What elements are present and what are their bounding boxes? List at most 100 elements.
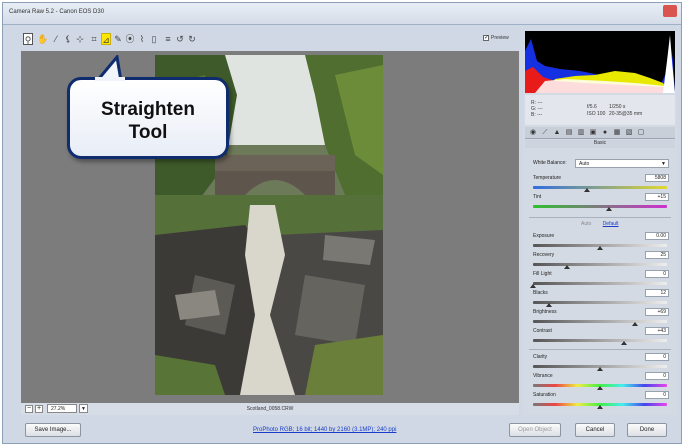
camera-info: R: --- G: --- B: --- f/5.6 1/250 s ISO 10… <box>525 95 675 125</box>
tab-presets-icon[interactable]: ▧ <box>625 129 633 137</box>
adjustment-brush-icon[interactable]: ⌇ <box>137 33 147 45</box>
tint-slider-handle[interactable] <box>606 207 613 211</box>
preferences-icon[interactable]: ≡ <box>163 33 173 45</box>
blacks-slider-track[interactable] <box>533 301 667 304</box>
lens-focal-length: 20-35@35 mm <box>609 111 643 117</box>
targeted-adjustment-tool-icon[interactable]: ⊹ <box>75 33 85 45</box>
tab-hsl-icon[interactable]: ▤ <box>565 129 573 137</box>
vibrance-slider-row: Vibrance 0 <box>531 372 669 391</box>
cancel-button[interactable]: Cancel <box>575 423 615 437</box>
saturation-slider-handle[interactable] <box>597 405 603 409</box>
recovery-label: Recovery <box>533 252 555 258</box>
preview-status-bar: − + 27.2% ▼ Scotland_0058.CRW <box>21 403 519 415</box>
brightness-slider-handle[interactable] <box>631 322 638 326</box>
done-button[interactable]: Done <box>627 423 667 437</box>
contrast-slider-track[interactable] <box>533 339 667 342</box>
vibrance-slider-handle[interactable] <box>597 386 603 390</box>
right-panel: R: --- G: --- B: --- f/5.6 1/250 s ISO 10… <box>523 31 677 415</box>
white-balance-row: White Balance: Auto ▼ <box>531 159 669 169</box>
vibrance-label: Vibrance <box>533 373 553 379</box>
tab-lens-icon[interactable]: ▣ <box>589 129 597 137</box>
blacks-label: Blacks <box>533 290 548 296</box>
rotate-right-icon[interactable]: ↻ <box>187 33 197 45</box>
callout-text: Straighten Tool <box>70 98 226 144</box>
vibrance-value-field[interactable]: 0 <box>645 372 669 380</box>
saturation-slider-row: Saturation 0 <box>531 391 669 410</box>
rotate-left-icon[interactable]: ↺ <box>175 33 185 45</box>
zoom-tool-icon[interactable]: ⚲ <box>23 33 33 45</box>
temperature-slider-handle[interactable] <box>583 188 590 192</box>
tab-camera-calibration-icon[interactable]: ▦ <box>613 129 621 137</box>
hand-tool-icon[interactable]: ✋ <box>37 33 48 45</box>
clarity-slider-handle[interactable] <box>597 367 603 371</box>
tint-label: Tint <box>533 194 542 200</box>
spot-removal-tool-icon[interactable]: ✎ <box>113 33 123 45</box>
rgb-readout: R: --- G: --- B: --- <box>531 100 543 118</box>
graduated-filter-icon[interactable]: ▯ <box>149 33 159 45</box>
exposure-slider-handle[interactable] <box>597 246 603 250</box>
contrast-value-field[interactable]: +43 <box>645 327 669 335</box>
clarity-slider-row: Clarity 0 <box>531 353 669 372</box>
preview-checkbox[interactable]: ✓ <box>483 35 489 41</box>
exposure-label: Exposure <box>533 233 555 239</box>
contrast-label: Contrast <box>533 328 552 334</box>
chevron-down-icon: ▼ <box>661 161 666 167</box>
straighten-tool-callout: Straighten Tool <box>67 77 229 159</box>
blue-readout: B: --- <box>531 112 543 118</box>
camera-raw-window: Camera Raw 5.2 - Canon EOS D30 ✓ Preview… <box>2 2 682 444</box>
tab-snapshots-icon[interactable]: ▢ <box>637 129 645 137</box>
tint-slider-track[interactable] <box>533 205 667 208</box>
window-close-button[interactable] <box>663 5 677 17</box>
white-balance-value: Auto <box>579 161 590 167</box>
workflow-options-link[interactable]: ProPhoto RGB; 16 bit; 1440 by 2160 (3.1M… <box>253 427 396 433</box>
divider <box>529 349 671 350</box>
window-title: Camera Raw 5.2 - Canon EOS D30 <box>9 9 105 15</box>
open-object-button[interactable]: Open Object <box>509 423 561 437</box>
blacks-value-field[interactable]: 12 <box>645 289 669 297</box>
tab-effects-icon[interactable]: ● <box>601 129 609 137</box>
tab-basic-icon[interactable]: ◉ <box>529 129 537 137</box>
fill-light-label: Fill Light <box>533 271 552 277</box>
preview-toggle[interactable]: ✓ Preview <box>483 35 509 41</box>
contrast-slider-handle[interactable] <box>621 341 628 345</box>
color-sampler-tool-icon[interactable]: ⚸ <box>63 33 73 45</box>
fill-light-slider-track[interactable] <box>533 282 667 285</box>
white-balance-label: White Balance: <box>533 160 567 166</box>
brightness-value-field[interactable]: +69 <box>645 308 669 316</box>
fill-light-slider-handle[interactable] <box>530 284 536 288</box>
fill-light-value-field[interactable]: 0 <box>645 270 669 278</box>
temperature-value-field[interactable]: 5808 <box>645 174 669 182</box>
callout-line-1: Straighten <box>101 99 195 120</box>
tab-tone-curve-icon[interactable]: ⟋ <box>541 129 549 137</box>
callout-line-2: Tool <box>128 122 168 143</box>
clarity-label: Clarity <box>533 354 548 360</box>
saturation-value-field[interactable]: 0 <box>645 391 669 399</box>
exposure-value-field[interactable]: 0.00 <box>645 232 669 240</box>
auto-link[interactable]: Auto <box>581 221 591 227</box>
temperature-slider-track[interactable] <box>533 186 667 189</box>
tab-split-toning-icon[interactable]: ▥ <box>577 129 585 137</box>
blacks-slider-handle[interactable] <box>546 303 553 307</box>
recovery-slider-handle[interactable] <box>563 265 570 269</box>
save-image-button[interactable]: Save Image... <box>25 423 81 437</box>
brightness-slider-track[interactable] <box>533 320 667 323</box>
white-balance-tool-icon[interactable]: ⁄ <box>51 33 61 45</box>
iso: ISO 100 <box>587 111 606 117</box>
tint-slider-row: Tint +15 <box>531 193 669 212</box>
tint-value-field[interactable]: +15 <box>645 193 669 201</box>
clarity-value-field[interactable]: 0 <box>645 353 669 361</box>
straighten-tool-icon[interactable]: ⊿ <box>101 33 111 45</box>
default-link[interactable]: Default <box>603 221 619 227</box>
fill-light-slider-row: Fill Light 0 <box>530 270 669 289</box>
blacks-slider-row: Blacks 12 <box>531 289 669 308</box>
brightness-label: Brightness <box>533 309 557 315</box>
temperature-slider-row: Temperature 5808 <box>531 174 669 193</box>
recovery-slider-track[interactable] <box>533 263 667 266</box>
white-balance-select[interactable]: Auto ▼ <box>575 159 669 168</box>
red-eye-tool-icon[interactable]: ⦿ <box>125 33 135 45</box>
tab-detail-icon[interactable]: ▲ <box>553 129 561 137</box>
crop-tool-icon[interactable]: ⌗ <box>89 33 99 45</box>
recovery-value-field[interactable]: 25 <box>645 251 669 259</box>
file-name: Scotland_0058.CRW <box>246 406 294 412</box>
panel-tabs: ◉ ⟋ ▲ ▤ ▥ ▣ ● ▦ ▧ ▢ <box>525 127 675 139</box>
